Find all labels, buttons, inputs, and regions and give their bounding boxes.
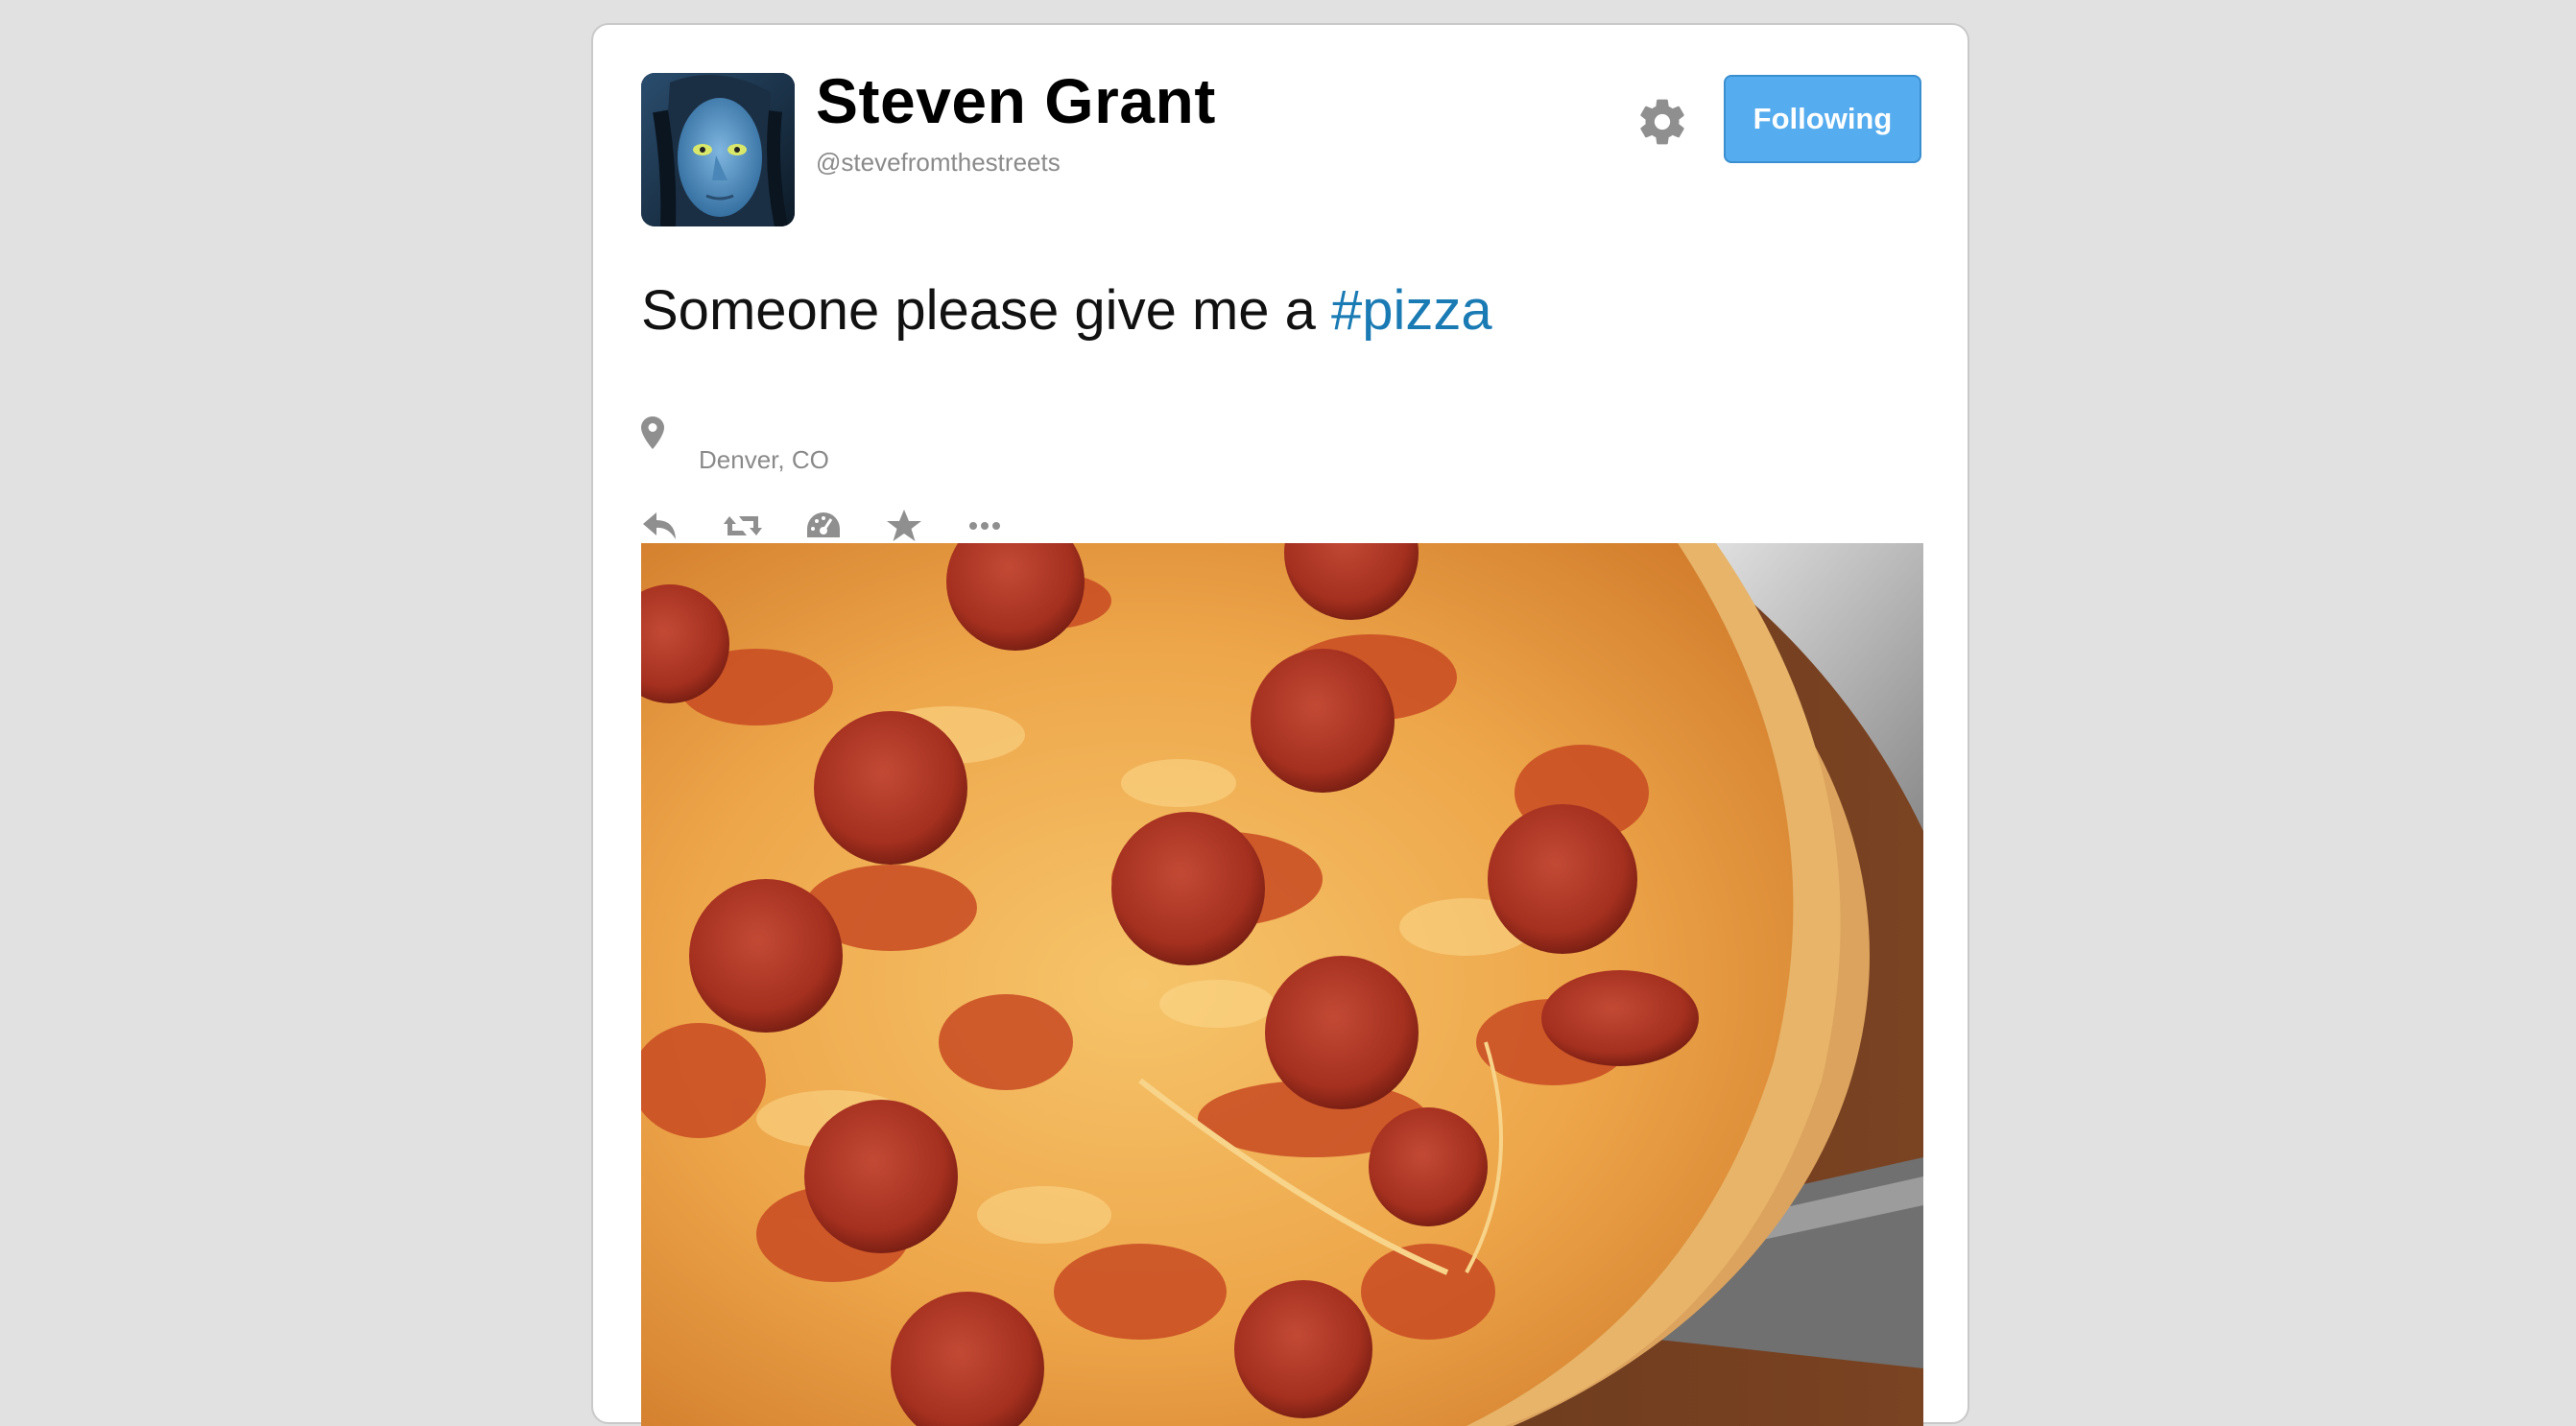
star-icon[interactable] (885, 509, 927, 547)
retweet-icon[interactable] (724, 509, 766, 547)
tweet-card: Steven Grant @stevefromthestreets Follow… (591, 23, 1969, 1426)
reply-icon[interactable] (641, 509, 683, 547)
author-handle[interactable]: @stevefromthestreets (816, 150, 1061, 175)
avatar[interactable] (641, 73, 795, 226)
pizza-photo (641, 543, 1923, 1426)
gear-icon[interactable] (1635, 95, 1689, 149)
following-button[interactable]: Following (1724, 75, 1921, 163)
hashtag-link[interactable]: #pizza (1331, 279, 1492, 342)
tweet-text-body: Someone please give me a (641, 279, 1331, 342)
more-dots-icon[interactable] (966, 509, 1008, 547)
location-pin-icon (641, 416, 664, 449)
tweet-text: Someone please give me a #pizza (641, 280, 1492, 342)
author-name[interactable]: Steven Grant (816, 69, 1216, 132)
tweet-photo[interactable] (641, 543, 1923, 1426)
avatar-image (641, 73, 795, 226)
dashboard-icon[interactable] (804, 509, 847, 547)
tweet-location[interactable]: Denver, CO (699, 447, 829, 472)
